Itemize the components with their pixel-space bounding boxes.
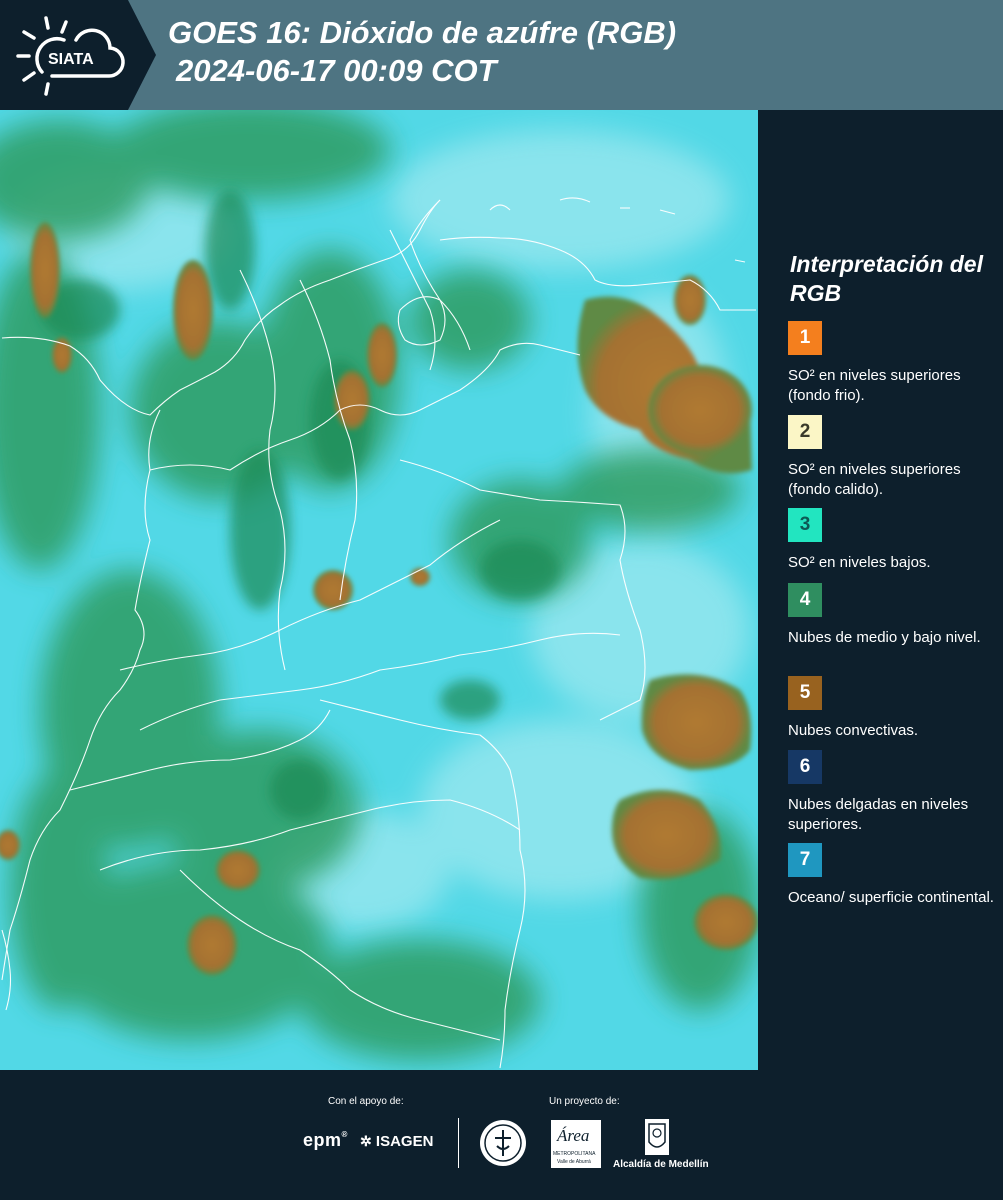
- legend-item-4: 4 Nubes de medio y bajo nivel.: [788, 583, 998, 648]
- area-logo-sub2: Valle de Aburrá: [557, 1159, 591, 1165]
- legend-text-6: Nubes delgadas en niveles superiores.: [788, 796, 969, 833]
- support-label: Con el apoyo de:: [328, 1096, 404, 1107]
- legend-item-5: 5 Nubes convectivas.: [788, 676, 998, 741]
- legend-text-1: SO² en niveles superiores (fondo frio).: [788, 367, 961, 404]
- isagen-icon: ✲: [360, 1133, 372, 1149]
- siata-logo: SIATA: [16, 16, 125, 96]
- footer: Con el apoyo de: Un proyecto de: epm® ✲ …: [0, 1070, 1003, 1200]
- legend-item-6: 6 Nubes delgadas en niveles superiores.: [788, 750, 998, 835]
- legend-text-5: Nubes convectivas.: [788, 722, 919, 739]
- project-label: Un proyecto de:: [549, 1096, 620, 1107]
- footer-divider: [458, 1118, 459, 1168]
- epm-logo-text: epm: [303, 1130, 342, 1150]
- header: SIATA GOES 16: Dióxido de azúfre (RGB) 2…: [0, 0, 1003, 110]
- title-line-1: GOES 16: Dióxido de azúfre (RGB): [168, 15, 677, 50]
- header-chevron: [128, 0, 156, 110]
- satellite-image: [0, 110, 758, 1070]
- alcaldia-shield-icon: [645, 1119, 669, 1155]
- legend-swatch-2: 2: [788, 415, 822, 449]
- title-line-2: 2024-06-17 00:09 COT: [176, 53, 497, 88]
- legend-title: Interpretación del RGB: [790, 251, 983, 306]
- legend-text-2: SO² en niveles superiores (fondo calido)…: [788, 461, 961, 498]
- alcaldia-text: Alcaldía de Medellín: [613, 1159, 709, 1170]
- page-title: GOES 16: Dióxido de azúfre (RGB) 2024-06…: [168, 14, 676, 90]
- isagen-logo: ✲ ISAGEN: [360, 1133, 433, 1150]
- satellite-map[interactable]: [0, 110, 758, 1070]
- area-logo-sub1: METROPOLITANA: [553, 1151, 596, 1157]
- legend-panel: Interpretación del RGB 1 SO² en niveles …: [762, 110, 1003, 1070]
- legend-swatch-6: 6: [788, 750, 822, 784]
- legend-item-2: 2 SO² en niveles superiores (fondo calid…: [788, 415, 998, 500]
- isagen-logo-text: ISAGEN: [375, 1133, 434, 1150]
- legend-swatch-3: 3: [788, 508, 822, 542]
- logo-text: SIATA: [48, 51, 94, 68]
- legend-swatch-5: 5: [788, 676, 822, 710]
- legend-text-3: SO² en niveles bajos.: [788, 554, 931, 571]
- university-seal-icon: [480, 1120, 526, 1166]
- area-metropolitana-logo: Área METROPOLITANA Valle de Aburrá: [551, 1120, 601, 1168]
- legend-text-7: Oceano/ superficie continental.: [788, 889, 994, 906]
- legend-item-1: 1 SO² en niveles superiores (fondo frio)…: [788, 321, 998, 406]
- legend-swatch-7: 7: [788, 843, 822, 877]
- legend-swatch-1: 1: [788, 321, 822, 355]
- legend-item-7: 7 Oceano/ superficie continental.: [788, 843, 998, 908]
- legend-swatch-4: 4: [788, 583, 822, 617]
- area-logo-text: Área: [557, 1126, 590, 1145]
- legend-item-3: 3 SO² en niveles bajos.: [788, 508, 998, 573]
- legend-text-4: Nubes de medio y bajo nivel.: [788, 629, 981, 646]
- epm-logo: epm®: [303, 1130, 348, 1150]
